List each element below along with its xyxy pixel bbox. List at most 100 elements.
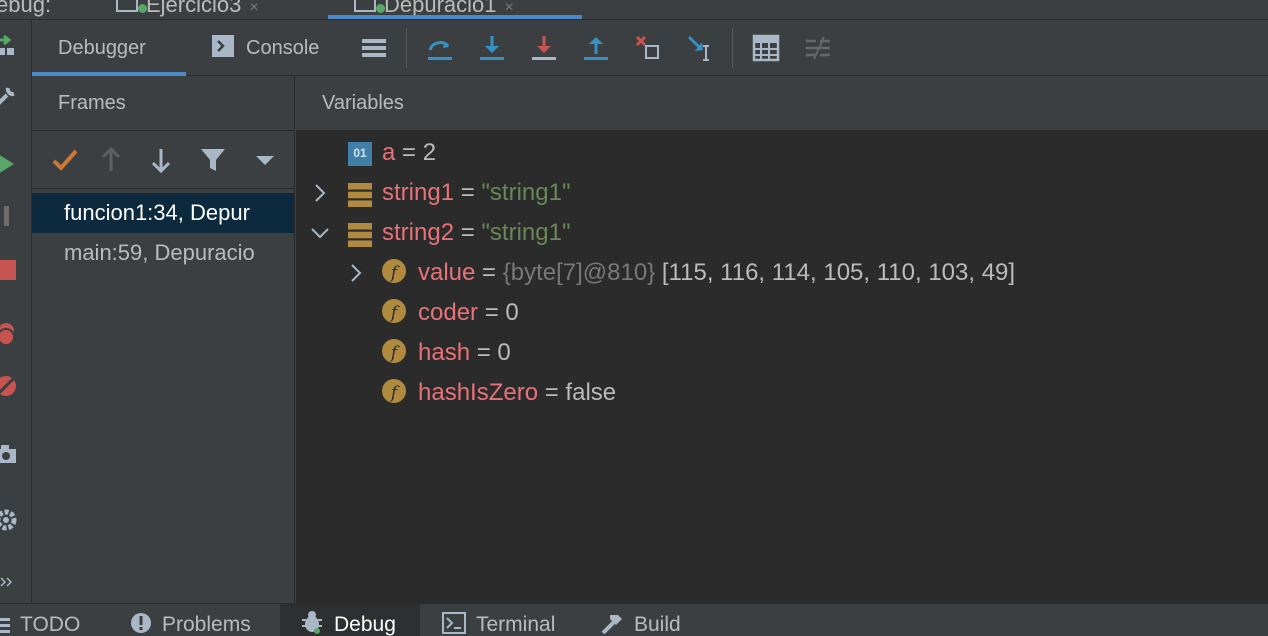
debug-tool-button[interactable]: Debug — [280, 604, 420, 636]
left-debug-toolbar — [0, 20, 32, 603]
assign-operator: = — [538, 379, 566, 406]
variable-row[interactable]: f hash = 0 — [296, 333, 1268, 373]
tool-window-bar: TODO Problems Debug Terminal Build — [0, 603, 1268, 636]
step-over-icon[interactable] — [426, 34, 454, 62]
wrench-icon[interactable] — [0, 84, 18, 108]
close-icon[interactable]: × — [249, 0, 258, 16]
variable-text: hash = 0 — [418, 333, 511, 373]
variable-row[interactable]: f hashIsZero = false — [296, 373, 1268, 413]
pause-icon[interactable] — [0, 204, 18, 228]
variable-name: string1 — [382, 179, 455, 206]
chevron-down-icon[interactable] — [310, 213, 330, 253]
chevron-right-icon[interactable] — [346, 253, 366, 293]
assign-operator: = — [395, 139, 423, 166]
trace-current-stream-icon[interactable] — [804, 34, 832, 62]
stop-icon[interactable] — [0, 258, 18, 282]
variable-row[interactable]: string1 = "string1" — [296, 173, 1268, 213]
bug-icon — [302, 611, 322, 634]
toolbar-separator — [406, 28, 407, 68]
drop-frame-icon[interactable] — [634, 34, 662, 62]
variables-panel: Variables 01 a = 2 string1 = "string1" s… — [296, 76, 1268, 603]
rerun-icon[interactable] — [0, 34, 18, 58]
step-out-icon[interactable] — [582, 34, 610, 62]
variable-text: a = 2 — [382, 133, 436, 173]
assign-operator: = — [475, 259, 503, 286]
field-icon: f — [382, 339, 406, 363]
variable-text: coder = 0 — [418, 293, 519, 333]
checkmark-icon[interactable] — [50, 145, 80, 175]
build-label: Build — [634, 613, 681, 636]
variable-name: hash — [418, 339, 471, 366]
variable-text: string1 = "string1" — [382, 173, 570, 213]
variable-name: string2 — [382, 219, 455, 246]
field-icon-letter: f — [390, 343, 398, 363]
variable-name: a — [382, 139, 396, 166]
filter-icon[interactable] — [198, 145, 228, 175]
field-icon: f — [382, 379, 406, 403]
assign-operator: = — [454, 179, 482, 206]
variable-row[interactable]: string2 = "string1" — [296, 213, 1268, 253]
view-breakpoints-icon[interactable] — [0, 322, 18, 346]
running-indicator-icon — [376, 4, 385, 13]
frame-item[interactable]: funcion1:34, Depur — [32, 193, 294, 233]
more-icon[interactable] — [0, 570, 16, 594]
tab-console-label: Console — [246, 37, 320, 59]
variable-value: [115, 116, 114, 105, 110, 103, 49] — [661, 259, 1016, 286]
chevron-down-icon[interactable] — [250, 145, 280, 175]
resume-icon[interactable] — [0, 152, 18, 176]
problems-tool-button[interactable]: Problems — [130, 604, 251, 636]
variable-row[interactable]: f value = {byte[7]@810} [115, 116, 114, … — [296, 253, 1268, 293]
variable-value: 2 — [422, 139, 437, 166]
build-tool-button[interactable]: Build — [600, 604, 681, 636]
variable-type-info: {byte[7]@810} — [502, 259, 662, 286]
frame-item-label: main:59, Depuracio — [64, 240, 255, 265]
variable-text: hashIsZero = false — [418, 373, 616, 413]
force-step-into-icon[interactable] — [530, 34, 558, 62]
variable-name: coder — [418, 299, 479, 326]
frames-header: Frames — [32, 76, 294, 131]
gear-icon[interactable] — [0, 508, 18, 532]
frames-panel: Frames funcion1:34, Depur main:59, Depur… — [32, 76, 295, 603]
primitive-icon: 01 — [348, 142, 372, 166]
console-icon — [212, 35, 234, 57]
assign-operator: = — [454, 219, 482, 246]
terminal-icon — [442, 612, 466, 634]
close-icon[interactable]: × — [505, 0, 514, 16]
debug-tool-window-label: ebug: — [0, 0, 52, 17]
chevron-right-icon[interactable] — [310, 173, 330, 213]
run-config-icon — [354, 0, 376, 12]
tab-debugger[interactable]: Debugger — [32, 20, 186, 76]
debug-label: Debug — [334, 613, 396, 636]
arrow-up-icon[interactable] — [96, 145, 126, 175]
debugger-toolbar: Debugger Console — [32, 20, 1268, 76]
run-config-icon — [116, 0, 138, 12]
terminal-tool-button[interactable]: Terminal — [442, 604, 555, 636]
arrow-down-icon[interactable] — [146, 145, 176, 175]
session-tab-label: Ejercicio3 — [146, 0, 242, 17]
variable-text: value = {byte[7]@810} [115, 116, 114, 10… — [418, 253, 1015, 293]
camera-icon[interactable] — [0, 442, 18, 466]
todo-tool-button[interactable]: TODO — [0, 604, 80, 636]
tab-debugger-label: Debugger — [58, 37, 146, 59]
variables-header: Variables — [296, 76, 1268, 131]
terminal-label: Terminal — [476, 613, 556, 636]
layout-icon[interactable] — [360, 34, 388, 62]
frame-item[interactable]: main:59, Depuracio — [32, 233, 294, 273]
variable-row[interactable]: 01 a = 2 — [296, 133, 1268, 173]
running-indicator-icon — [138, 4, 147, 13]
evaluate-expression-icon[interactable] — [752, 34, 780, 62]
run-to-cursor-icon[interactable] — [686, 34, 714, 62]
variable-value: 0 — [505, 299, 519, 326]
tab-console[interactable]: Console — [212, 20, 319, 76]
step-into-icon[interactable] — [478, 34, 506, 62]
variable-row[interactable]: f coder = 0 — [296, 293, 1268, 333]
debug-session-tabs: ebug: Ejercicio3 × Depuracio1 × — [0, 0, 1268, 20]
mute-breakpoints-icon[interactable] — [0, 374, 18, 398]
frame-item-label: funcion1:34, Depur — [64, 200, 250, 225]
object-icon — [348, 183, 372, 207]
warning-icon — [131, 613, 151, 633]
frames-actions — [32, 131, 294, 189]
todo-label: TODO — [20, 613, 81, 636]
field-icon-letter: f — [390, 303, 398, 323]
session-tab-ejercicio3[interactable]: Ejercicio3 × — [116, 0, 259, 20]
